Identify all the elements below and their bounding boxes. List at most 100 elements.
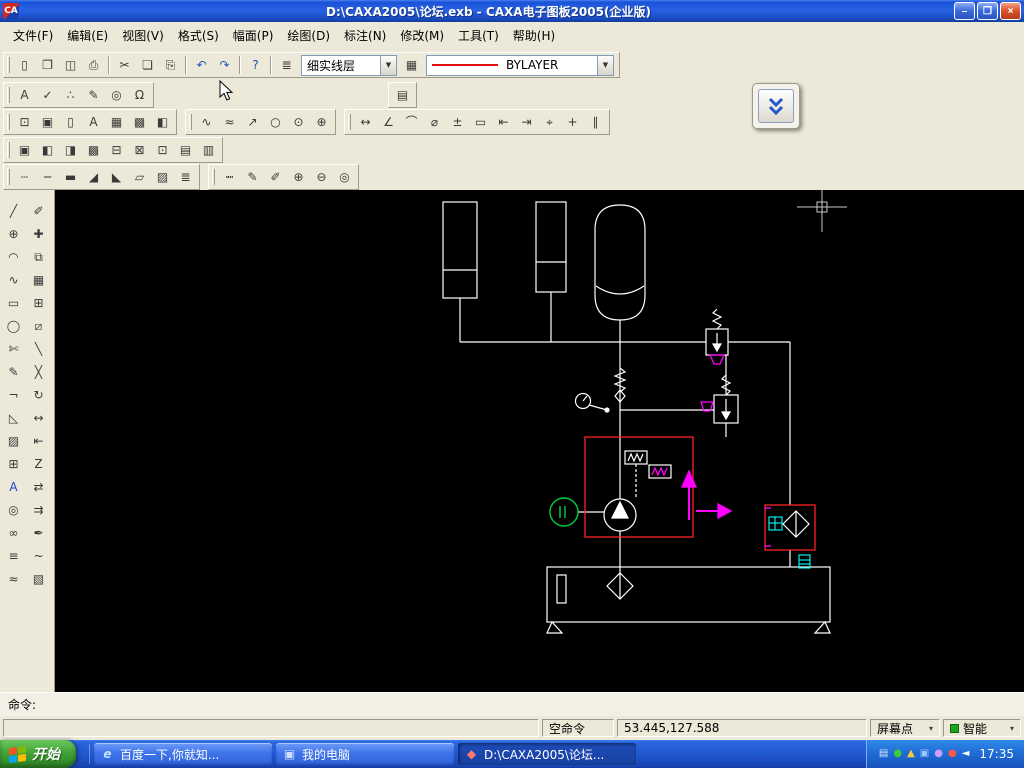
layer-combo-arrow-icon[interactable]: ▼: [380, 55, 396, 75]
copy-button[interactable]: ❏: [136, 54, 159, 76]
hatch-button[interactable]: ▨: [3, 430, 25, 452]
inspect-zoom-button[interactable]: ◎: [3, 499, 25, 521]
draw-circle-button[interactable]: ⊕: [3, 223, 25, 245]
dim-parallel-button[interactable]: ∥: [584, 111, 607, 133]
layer-settings-button[interactable]: ≣: [275, 54, 298, 76]
linetype-dash-button[interactable]: ┄: [13, 166, 36, 188]
edit-pen-button[interactable]: ✎: [241, 166, 264, 188]
menu-format[interactable]: 格式(S): [171, 24, 226, 47]
command-bar[interactable]: 命令:: [0, 692, 1024, 716]
toolbar-grip[interactable]: [7, 169, 10, 185]
leader-button[interactable]: ↗: [241, 111, 264, 133]
alert-tray-icon[interactable]: ●: [948, 749, 957, 759]
hatch-right-button[interactable]: ◣: [105, 166, 128, 188]
edit-color-button[interactable]: ✐: [28, 200, 50, 222]
wave-line-button[interactable]: ≈: [3, 568, 25, 590]
zigzag-button[interactable]: Z: [28, 453, 50, 475]
color-combo-arrow-icon[interactable]: ▼: [597, 55, 613, 75]
draw-line-button[interactable]: ╱: [3, 200, 25, 222]
dim-angular-button[interactable]: ∠: [377, 111, 400, 133]
text-style-button[interactable]: A: [13, 84, 36, 106]
linetype-solid-button[interactable]: ─: [36, 166, 59, 188]
zoom-window-button[interactable]: ⊡: [13, 111, 36, 133]
swap-button[interactable]: ⇄: [28, 476, 50, 498]
draw-rectangle-button[interactable]: ▭: [3, 292, 25, 314]
new-view-button[interactable]: ▯: [59, 111, 82, 133]
erase-button[interactable]: ╳: [28, 361, 50, 383]
zoom-out-button[interactable]: ⊖: [310, 166, 333, 188]
show-image-button[interactable]: ▣: [36, 111, 59, 133]
cut-button[interactable]: ✂: [113, 54, 136, 76]
layer-colors-button[interactable]: ▩: [128, 111, 151, 133]
circle-button[interactable]: ○: [264, 111, 287, 133]
line-bold-button[interactable]: ▬: [59, 166, 82, 188]
toolbar-grip[interactable]: [212, 169, 215, 185]
status-pick-mode[interactable]: 屏幕点 ▾: [870, 719, 940, 737]
inspect-button[interactable]: ◎: [333, 166, 356, 188]
dotted-line-button[interactable]: ┉: [218, 166, 241, 188]
new-file-button[interactable]: ▯: [13, 54, 36, 76]
dim-frame-button[interactable]: ▭: [469, 111, 492, 133]
mirror-button[interactable]: ⧉: [28, 246, 50, 268]
network-tray-icon[interactable]: ▣: [920, 749, 929, 759]
layout-button[interactable]: ◧: [151, 111, 174, 133]
query-button[interactable]: ◎: [105, 84, 128, 106]
help-button[interactable]: ?: [244, 54, 267, 76]
menu-paper[interactable]: 幅面(P): [226, 24, 281, 47]
parallelogram-button[interactable]: ▱: [128, 166, 151, 188]
connector-button[interactable]: ~: [28, 545, 50, 567]
dim-linear-button[interactable]: ↔: [354, 111, 377, 133]
close-button[interactable]: ×: [1000, 2, 1021, 20]
update-shield-tray-icon[interactable]: ▲: [907, 749, 915, 759]
toolbar-grip[interactable]: [7, 87, 10, 103]
ole-object-button[interactable]: ⊡: [151, 139, 174, 161]
array-button[interactable]: ▦: [28, 269, 50, 291]
menu-view[interactable]: 视图(V): [115, 24, 171, 47]
offset-button[interactable]: ⇉: [28, 499, 50, 521]
undo-button[interactable]: ↶: [190, 54, 213, 76]
sketch-button[interactable]: ≈: [218, 111, 241, 133]
layer-combo[interactable]: 细实线层 ▼: [301, 54, 397, 76]
print-button[interactable]: ⎙: [82, 54, 105, 76]
dim-cross-button[interactable]: +: [561, 111, 584, 133]
dim-center-button[interactable]: ⌖: [538, 111, 561, 133]
spline-button[interactable]: ∿: [195, 111, 218, 133]
taskbar-task-0[interactable]: e 百度一下,你就知...: [94, 743, 272, 765]
hatch-left-button[interactable]: ◢: [82, 166, 105, 188]
pen-style-button[interactable]: ✒: [28, 522, 50, 544]
block-create-button[interactable]: ▣: [13, 139, 36, 161]
edit-pencil-button[interactable]: ✐: [264, 166, 287, 188]
xref-button[interactable]: ▥: [197, 139, 220, 161]
options-button[interactable]: ▤: [391, 84, 414, 106]
draw-ellipse-button[interactable]: ◯: [3, 315, 25, 337]
volume-tray-icon[interactable]: ◄: [962, 749, 970, 759]
fill-button[interactable]: ▧: [28, 568, 50, 590]
text-button[interactable]: A: [3, 476, 25, 498]
dim-arc-button[interactable]: ⌒: [400, 111, 423, 133]
chamfer-button[interactable]: ◺: [3, 407, 25, 429]
point-button[interactable]: ⊙: [287, 111, 310, 133]
divide-button[interactable]: ╲: [28, 338, 50, 360]
menu-dimension[interactable]: 标注(N): [337, 24, 393, 47]
stretch-button[interactable]: ↔: [28, 407, 50, 429]
taskbar-task-1[interactable]: ▣ 我的电脑: [276, 743, 454, 765]
align-left-button[interactable]: ⇤: [28, 430, 50, 452]
save-file-button[interactable]: ◫: [59, 54, 82, 76]
dim-tolerance-button[interactable]: ±: [446, 111, 469, 133]
pick-dropdown-icon[interactable]: ▾: [929, 724, 933, 733]
crop-button[interactable]: ⧄: [28, 315, 50, 337]
block-edit-button[interactable]: ⊟: [105, 139, 128, 161]
style-manager-button[interactable]: ✎: [82, 84, 105, 106]
link-button[interactable]: ∞: [3, 522, 25, 544]
toolbar-grip[interactable]: [7, 142, 10, 158]
center-mark-button[interactable]: ⊕: [310, 111, 333, 133]
block-explode-button[interactable]: ⊠: [128, 139, 151, 161]
menu-edit[interactable]: 编辑(E): [60, 24, 115, 47]
dim-diameter-button[interactable]: ⌀: [423, 111, 446, 133]
line-width-button[interactable]: ▦: [400, 54, 423, 76]
antivirus-tray-icon[interactable]: ●: [893, 749, 902, 759]
block-insert-button[interactable]: ◧: [36, 139, 59, 161]
menu-draw[interactable]: 绘图(D): [280, 24, 337, 47]
menu-modify[interactable]: 修改(M): [393, 24, 451, 47]
move-button[interactable]: ✚: [28, 223, 50, 245]
